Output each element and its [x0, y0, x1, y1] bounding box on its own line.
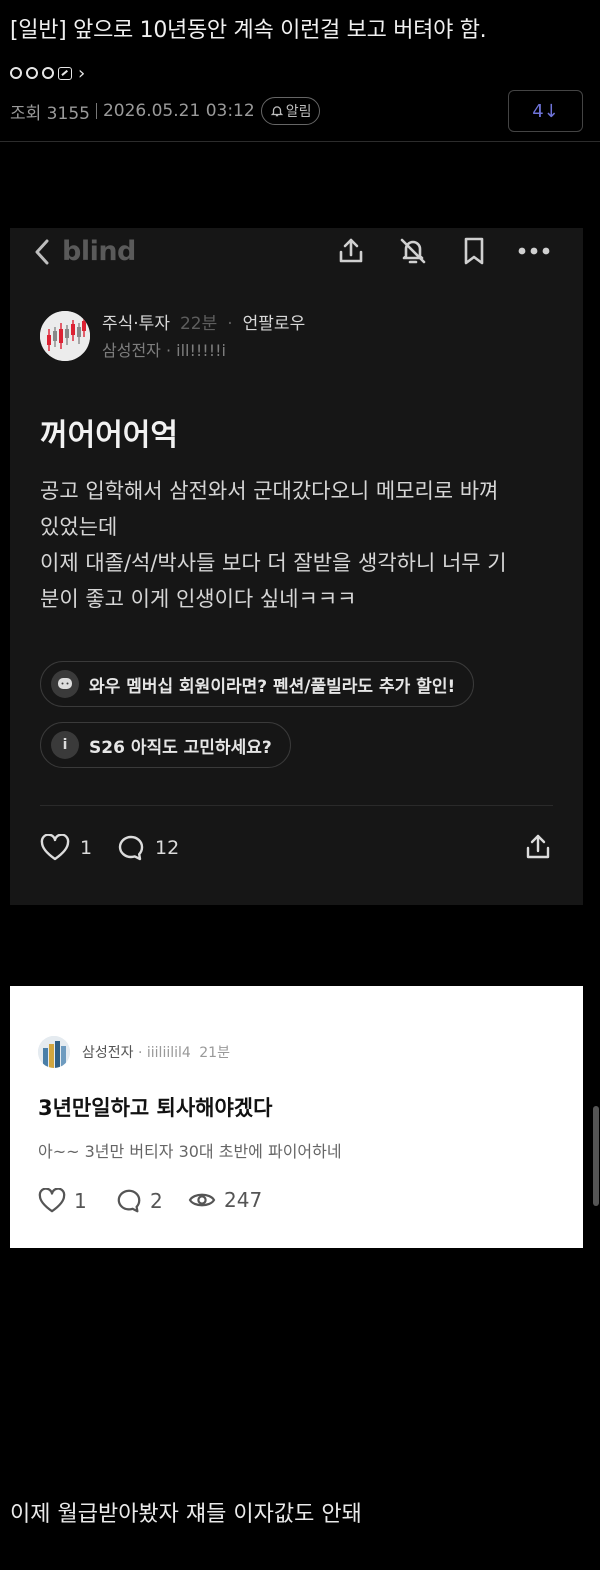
reply-body: 아~~ 3년만 버티자 30대 초반에 파이어하네 [38, 1142, 342, 1161]
chat-icon [51, 670, 79, 698]
body-line: 있었는데 [40, 515, 118, 539]
view-count: 247 [224, 1188, 263, 1212]
chevron-right-icon: › [78, 62, 86, 84]
speech-bubble-icon [118, 835, 144, 861]
unfollow-button[interactable]: 언팔로우 [243, 314, 306, 334]
comment-button[interactable]: 2 [116, 1188, 163, 1214]
memo-icon [58, 66, 72, 80]
blind-logo: blind [62, 236, 136, 267]
stock-chart-icon [40, 311, 90, 361]
post-meta: 조회 3155 2026.05.21 03:12 알림 [10, 97, 321, 125]
promo-pill[interactable]: i S26 아직도 고민하세요? [40, 722, 291, 768]
circle-icon [26, 67, 38, 79]
heart-icon [38, 1188, 66, 1213]
circle-icon [42, 67, 54, 79]
share-icon[interactable] [336, 236, 366, 266]
reply-author: 삼성전자 · iiiliilil4 21분 [82, 1042, 230, 1062]
board-name[interactable]: 주식·투자 [102, 314, 170, 334]
info-icon: i [51, 731, 79, 759]
reply-nickname: · iiiliilil4 [137, 1045, 191, 1061]
like-count: 1 [74, 1189, 87, 1213]
building-icon [38, 1036, 70, 1068]
promo-label: 와우 멤버십 회원이라면? 펜션/풀빌라도 추가 할인! [89, 676, 456, 697]
body-line: 분이 좋고 이게 인생이다 싶네ㅋㅋㅋ [40, 587, 357, 611]
card-divider [40, 805, 553, 806]
blind-post-body: 공고 입학해서 삼전와서 군대갔다오니 메모리로 바껴 있었는데 이제 대졸/석… [40, 473, 560, 617]
separator-dot: · [227, 314, 233, 334]
reply-title: 3년만일하고 퇴사해야겠다 [38, 1096, 273, 1120]
circle-icon [10, 67, 22, 79]
bell-icon [270, 106, 283, 117]
alarm-button[interactable]: 알림 [260, 97, 321, 125]
like-button[interactable]: 1 [40, 834, 92, 862]
comment-count: 12 [155, 837, 180, 859]
blind-post-title: 꺼어어어억 [40, 418, 178, 453]
bookmark-icon[interactable] [460, 236, 488, 266]
avatar [38, 1036, 70, 1068]
avatar [40, 311, 90, 361]
author-company: 삼성전자 · ill!!!!!i [102, 341, 226, 360]
share-icon[interactable] [523, 832, 553, 862]
author-row[interactable]: › [10, 60, 85, 86]
like-count: 1 [80, 837, 93, 859]
header-divider [0, 141, 600, 142]
reply-time: 21분 [199, 1045, 230, 1061]
comment-jump-button[interactable]: 4↓ [508, 90, 583, 132]
body-line: 이제 대졸/석/박사들 보다 더 잘받을 생각하니 너무 기 [40, 551, 507, 575]
post-datetime: 2026.05.21 03:12 [102, 101, 255, 121]
promo-pill[interactable]: 와우 멤버십 회원이라면? 펜션/풀빌라도 추가 할인! [40, 661, 475, 707]
back-arrow-icon[interactable] [32, 238, 52, 266]
more-icon[interactable] [517, 236, 551, 266]
post-title: [일반] 앞으로 10년동안 계속 이런걸 보고 버텨야 함. [10, 18, 487, 43]
notification-off-icon[interactable] [398, 236, 428, 266]
view-count: 조회 3155 [10, 103, 90, 124]
heart-icon [40, 834, 70, 861]
scrollbar[interactable] [593, 1106, 599, 1206]
promo-label: S26 아직도 고민하세요? [89, 737, 272, 758]
like-button[interactable]: 1 [38, 1188, 87, 1214]
post-time: 22분 [179, 314, 218, 334]
comment-button[interactable]: 12 [117, 834, 179, 862]
alarm-label: 알림 [285, 104, 312, 120]
comment-count: 2 [150, 1189, 163, 1213]
post-caption: 이제 월급받아봤자 쟤들 이자값도 안돼 [10, 1502, 362, 1527]
view-stat: 247 [188, 1188, 262, 1212]
divider [95, 103, 97, 119]
board-line: 주식·투자 22분 · 언팔로우 [102, 309, 305, 334]
body-line: 공고 입학해서 삼전와서 군대갔다오니 메모리로 바껴 [40, 479, 499, 503]
reply-company: 삼성전자 [82, 1045, 134, 1061]
eye-icon [188, 1193, 216, 1207]
speech-bubble-icon [117, 1189, 141, 1213]
